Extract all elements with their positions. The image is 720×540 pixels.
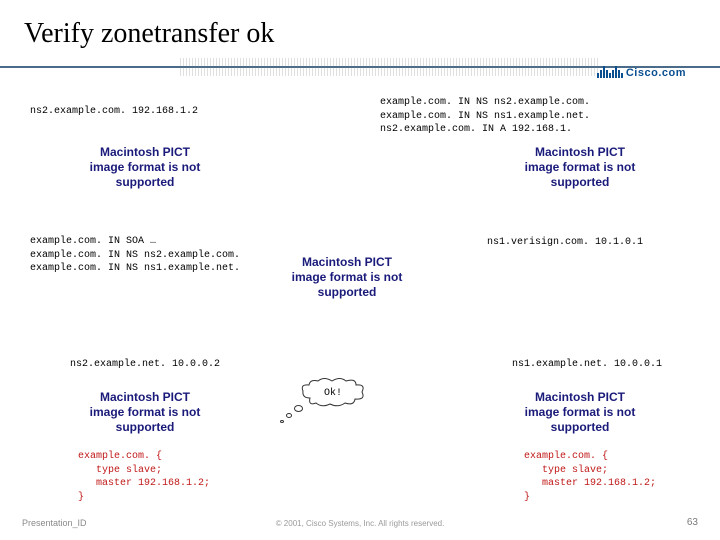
- footer-page-number: 63: [687, 517, 698, 528]
- title-rule: Cisco.com: [0, 58, 720, 80]
- page-title: Verify zonetransfer ok: [0, 0, 720, 56]
- ok-bubble: Ok!: [300, 378, 366, 408]
- pict-error-1: Macintosh PICT image format is not suppo…: [85, 145, 205, 190]
- cisco-logo: Cisco.com: [597, 66, 686, 80]
- cisco-logo-icon: [597, 66, 623, 80]
- cisco-logo-text: Cisco.com: [626, 67, 686, 79]
- footer-copyright: © 2001, Cisco Systems, Inc. All rights r…: [0, 519, 720, 528]
- pict-error-4: Macintosh PICT image format is not suppo…: [85, 390, 205, 435]
- label-ns1-example-net: ns1.example.net. 10.0.0.1: [512, 358, 662, 372]
- ok-bubble-text: Ok!: [300, 378, 366, 408]
- pict-error-3: Macintosh PICT image format is not suppo…: [287, 255, 407, 300]
- pict-error-2: Macintosh PICT image format is not suppo…: [520, 145, 640, 190]
- label-ns2-example-com: ns2.example.com. 192.168.1.2: [30, 105, 198, 119]
- label-ns-records-top: example.com. IN NS ns2.example.com. exam…: [380, 96, 590, 137]
- config-right: example.com. { type slave; master 192.16…: [524, 450, 656, 504]
- label-ns1-verisign: ns1.verisign.com. 10.1.0.1: [487, 236, 643, 250]
- config-left: example.com. { type slave; master 192.16…: [78, 450, 210, 504]
- pict-error-5: Macintosh PICT image format is not suppo…: [520, 390, 640, 435]
- label-soa-records: example.com. IN SOA … example.com. IN NS…: [30, 235, 240, 276]
- label-ns2-example-net: ns2.example.net. 10.0.0.2: [70, 358, 220, 372]
